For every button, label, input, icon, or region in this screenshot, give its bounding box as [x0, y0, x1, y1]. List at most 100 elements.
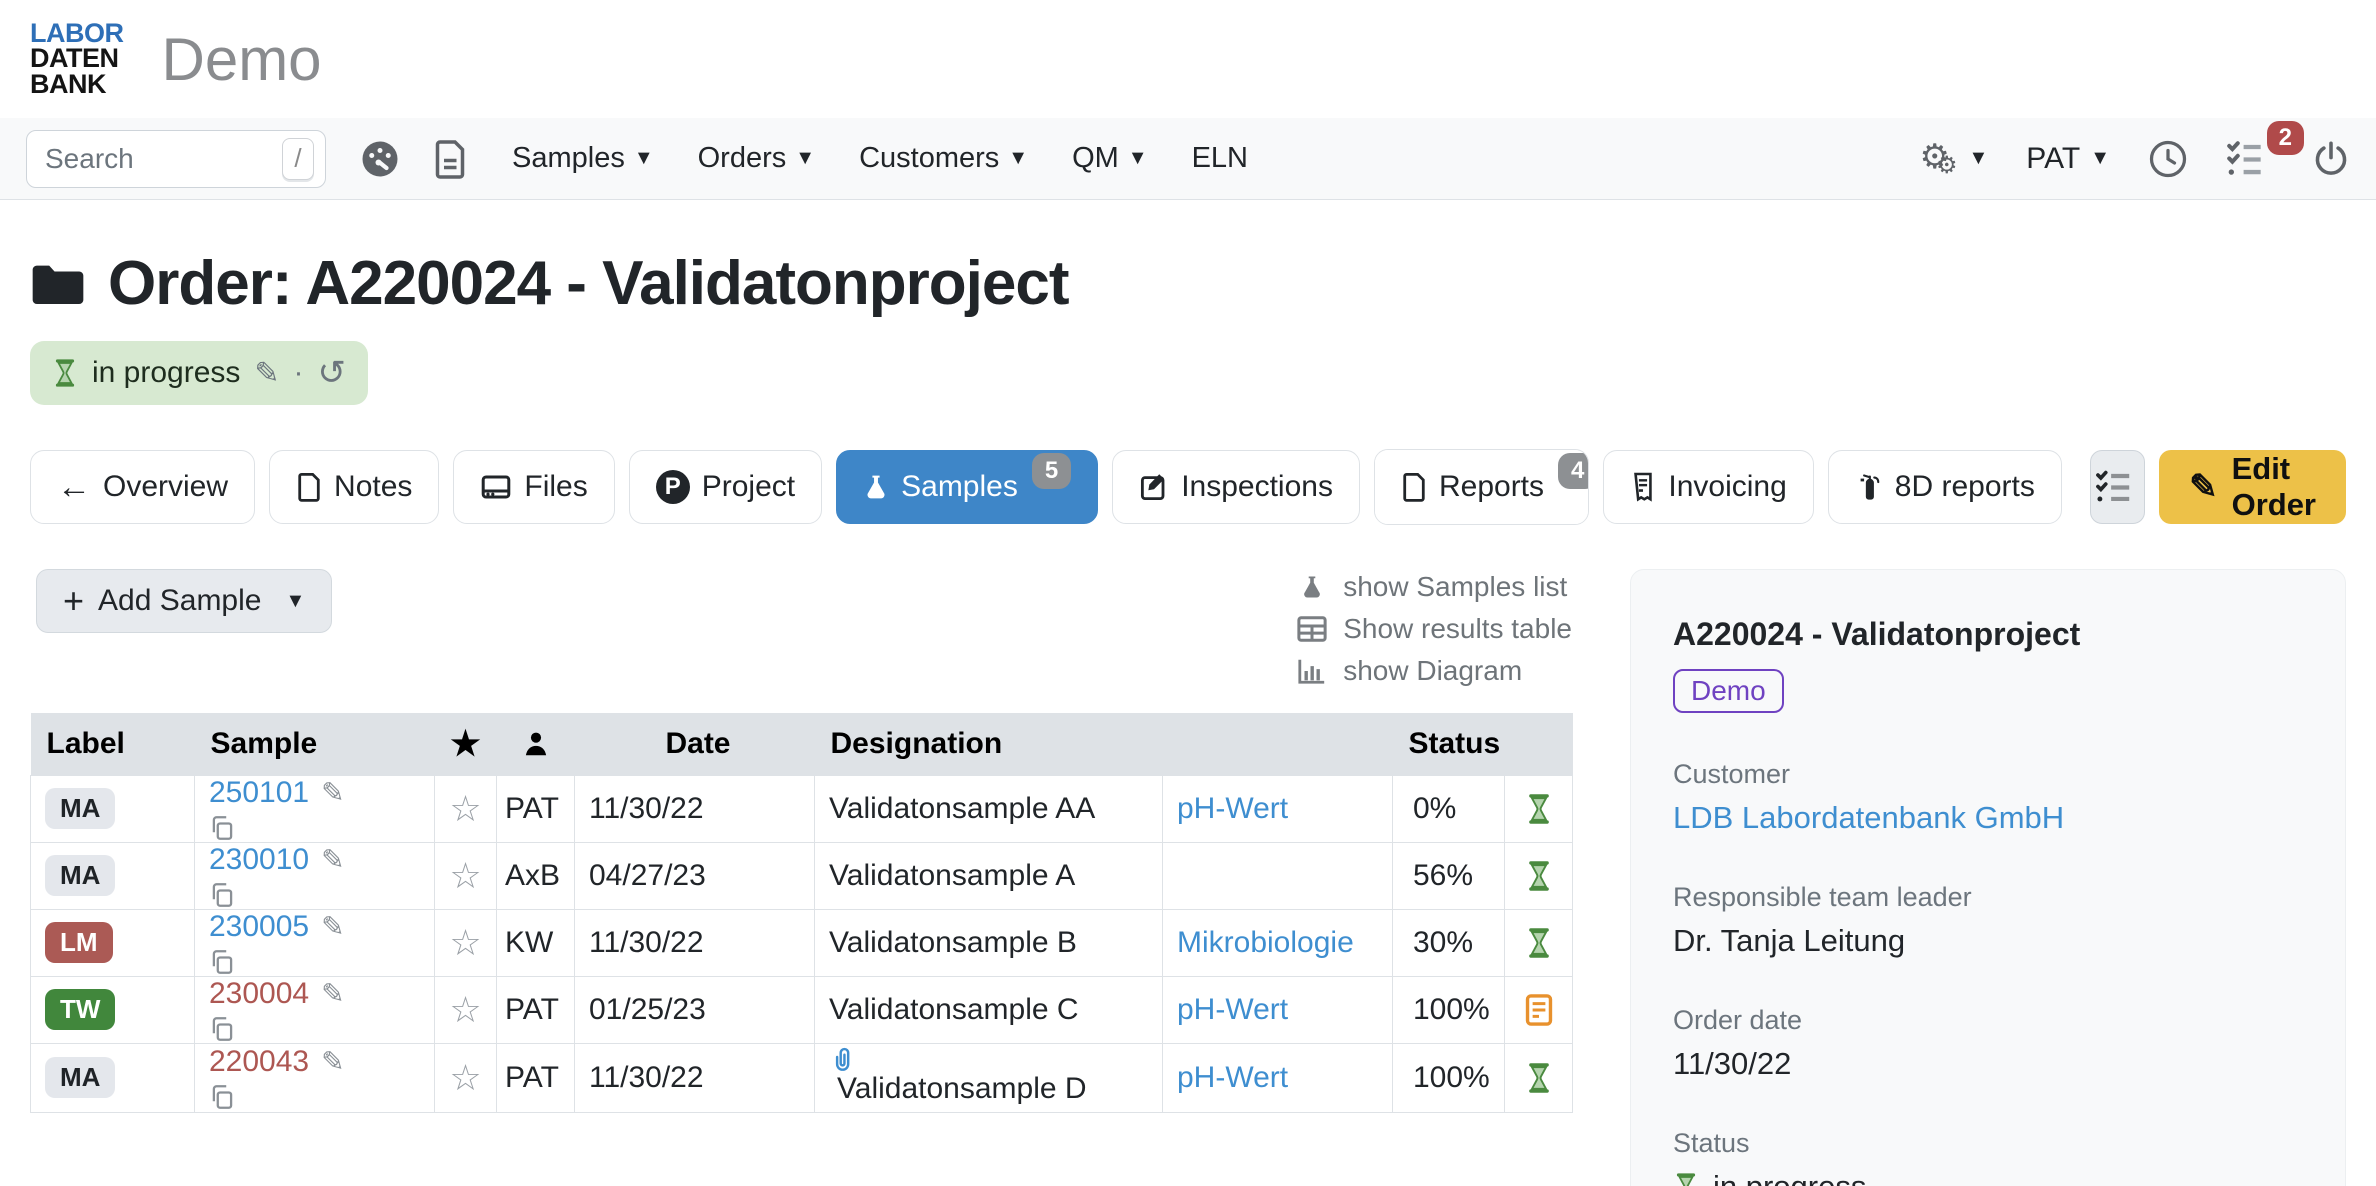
tab-notes[interactable]: Notes [269, 450, 439, 524]
col-header-label[interactable]: Label [31, 713, 195, 775]
sample-link[interactable]: 230004 [209, 977, 309, 1010]
search-input[interactable] [26, 130, 326, 188]
file-icon [296, 471, 322, 503]
user-menu[interactable]: PAT ▼ [2026, 142, 2110, 176]
tab-label: Reports [1439, 470, 1544, 504]
tab-invoicing[interactable]: Invoicing [1603, 450, 1813, 524]
chevron-down-icon: ▼ [285, 590, 305, 613]
designation-cell: Validatonsample AA [815, 775, 1163, 842]
tab-reports[interactable]: Reports 4 [1375, 450, 1589, 524]
document-icon[interactable] [432, 139, 468, 179]
show-results-table-link[interactable]: Show results table [1295, 613, 1572, 645]
edit-sample-icon[interactable]: ✎ [321, 1046, 344, 1077]
analysis-link[interactable]: pH-Wert [1177, 1061, 1288, 1094]
copy-icon[interactable] [209, 881, 434, 909]
col-header-status[interactable]: Status [1393, 713, 1505, 775]
customer-link[interactable]: LDB Labordatenbank GmbH [1673, 800, 2303, 836]
col-header-user[interactable] [497, 713, 575, 775]
dot-separator: · [294, 356, 304, 390]
tab-samples[interactable]: Samples 5 [836, 450, 1098, 524]
favorite-star-icon[interactable]: ☆ [449, 1057, 481, 1098]
task-list-icon[interactable]: 2 [2226, 139, 2274, 179]
progress-cell: 0% [1393, 775, 1505, 842]
order-status-chip: in progress ✎ · ↺ [30, 341, 368, 405]
add-sample-button[interactable]: + Add Sample ▼ [36, 569, 332, 633]
label-badge: MA [45, 1057, 115, 1098]
tab-label: Invoicing [1668, 470, 1786, 504]
status-label: Status [1673, 1128, 2303, 1159]
tab-8d-reports[interactable]: 8D reports [1828, 450, 2062, 524]
gears-icon: ⚙⚙ [1920, 137, 1944, 180]
col-header-date[interactable]: Date [575, 713, 815, 775]
chevron-down-icon: ▼ [1969, 147, 1989, 170]
clock-icon[interactable] [2148, 139, 2188, 179]
pencil-icon: ✎ [2189, 467, 2218, 507]
col-header-designation[interactable]: Designation [815, 713, 1163, 775]
tab-overview[interactable]: ← Overview [30, 450, 255, 524]
list-view-toggle-button[interactable] [2090, 450, 2145, 524]
hourglass-icon [1505, 859, 1572, 893]
sample-link[interactable]: 220043 [209, 1045, 309, 1078]
hourglass-icon [1505, 926, 1572, 960]
analysis-link[interactable]: Mikrobiologie [1177, 926, 1354, 959]
edit-status-icon[interactable]: ✎ [254, 356, 279, 391]
tab-label: 8D reports [1895, 470, 2035, 504]
nav-menu-samples[interactable]: Samples▼ [512, 142, 654, 175]
project-icon: P [656, 470, 690, 504]
sample-link[interactable]: 230005 [209, 910, 309, 943]
nav-menu-orders[interactable]: Orders▼ [698, 142, 815, 175]
col-header-favorite[interactable]: ★ [435, 713, 497, 775]
favorite-star-icon[interactable]: ☆ [449, 855, 481, 896]
view-link-label: show Diagram [1343, 655, 1522, 687]
sample-link[interactable]: 230010 [209, 843, 309, 876]
menu-label: Customers [859, 142, 999, 175]
paperclip-icon[interactable] [829, 1044, 1162, 1072]
order-date-value: 11/30/22 [1673, 1046, 2303, 1082]
chevron-down-icon: ▼ [634, 147, 654, 170]
chevron-down-icon: ▼ [1128, 147, 1148, 170]
edit-sample-icon[interactable]: ✎ [321, 978, 344, 1009]
app-logo[interactable]: LABOR DATEN BANK [30, 21, 124, 98]
tab-inspections[interactable]: Inspections [1112, 450, 1360, 524]
bar-chart-icon [1295, 657, 1329, 685]
tab-project[interactable]: P Project [629, 450, 822, 524]
col-header-sample[interactable]: Sample [195, 713, 435, 775]
chevron-down-icon: ▼ [2090, 147, 2110, 170]
app-header: LABOR DATEN BANK Demo [0, 0, 2376, 118]
edit-sample-icon[interactable]: ✎ [321, 911, 344, 942]
logout-icon[interactable] [2312, 139, 2350, 179]
hourglass-icon [52, 357, 78, 389]
checklist-icon [2095, 468, 2139, 506]
copy-icon[interactable] [209, 814, 434, 842]
show-samples-list-link[interactable]: show Samples list [1295, 571, 1572, 603]
designation-cell: Validatonsample D [815, 1043, 1163, 1112]
tab-files[interactable]: Files [453, 450, 614, 524]
nav-menu-customers[interactable]: Customers▼ [859, 142, 1028, 175]
show-diagram-link[interactable]: show Diagram [1295, 655, 1572, 687]
copy-icon[interactable] [209, 948, 434, 976]
favorite-star-icon[interactable]: ☆ [449, 922, 481, 963]
favorite-star-icon[interactable]: ☆ [449, 788, 481, 829]
copy-icon[interactable] [209, 1015, 434, 1043]
analysis-link[interactable]: pH-Wert [1177, 792, 1288, 825]
analysis-link[interactable]: pH-Wert [1177, 993, 1288, 1026]
search-box: / [26, 130, 326, 188]
label-badge: TW [45, 989, 115, 1030]
favorite-star-icon[interactable]: ☆ [449, 989, 481, 1030]
edit-sample-icon[interactable]: ✎ [321, 844, 344, 875]
history-icon[interactable]: ↺ [318, 353, 347, 393]
order-status-label: in progress [92, 356, 240, 390]
person-icon [521, 729, 551, 759]
count-badge: 5 [1032, 453, 1071, 489]
main-menu: Samples▼ Orders▼ Customers▼ QM▼ ELN [512, 142, 1248, 175]
dashboard-icon[interactable] [360, 139, 400, 179]
logo-line: BANK [30, 72, 124, 98]
settings-menu[interactable]: ⚙⚙ ▼ [1920, 137, 1989, 180]
edit-sample-icon[interactable]: ✎ [321, 777, 344, 808]
nav-menu-qm[interactable]: QM▼ [1072, 142, 1148, 175]
progress-cell: 30% [1393, 909, 1505, 976]
sample-link[interactable]: 250101 [209, 776, 309, 809]
copy-icon[interactable] [209, 1083, 434, 1111]
nav-menu-eln[interactable]: ELN [1192, 142, 1248, 175]
edit-order-button[interactable]: ✎ Edit Order [2159, 450, 2346, 524]
